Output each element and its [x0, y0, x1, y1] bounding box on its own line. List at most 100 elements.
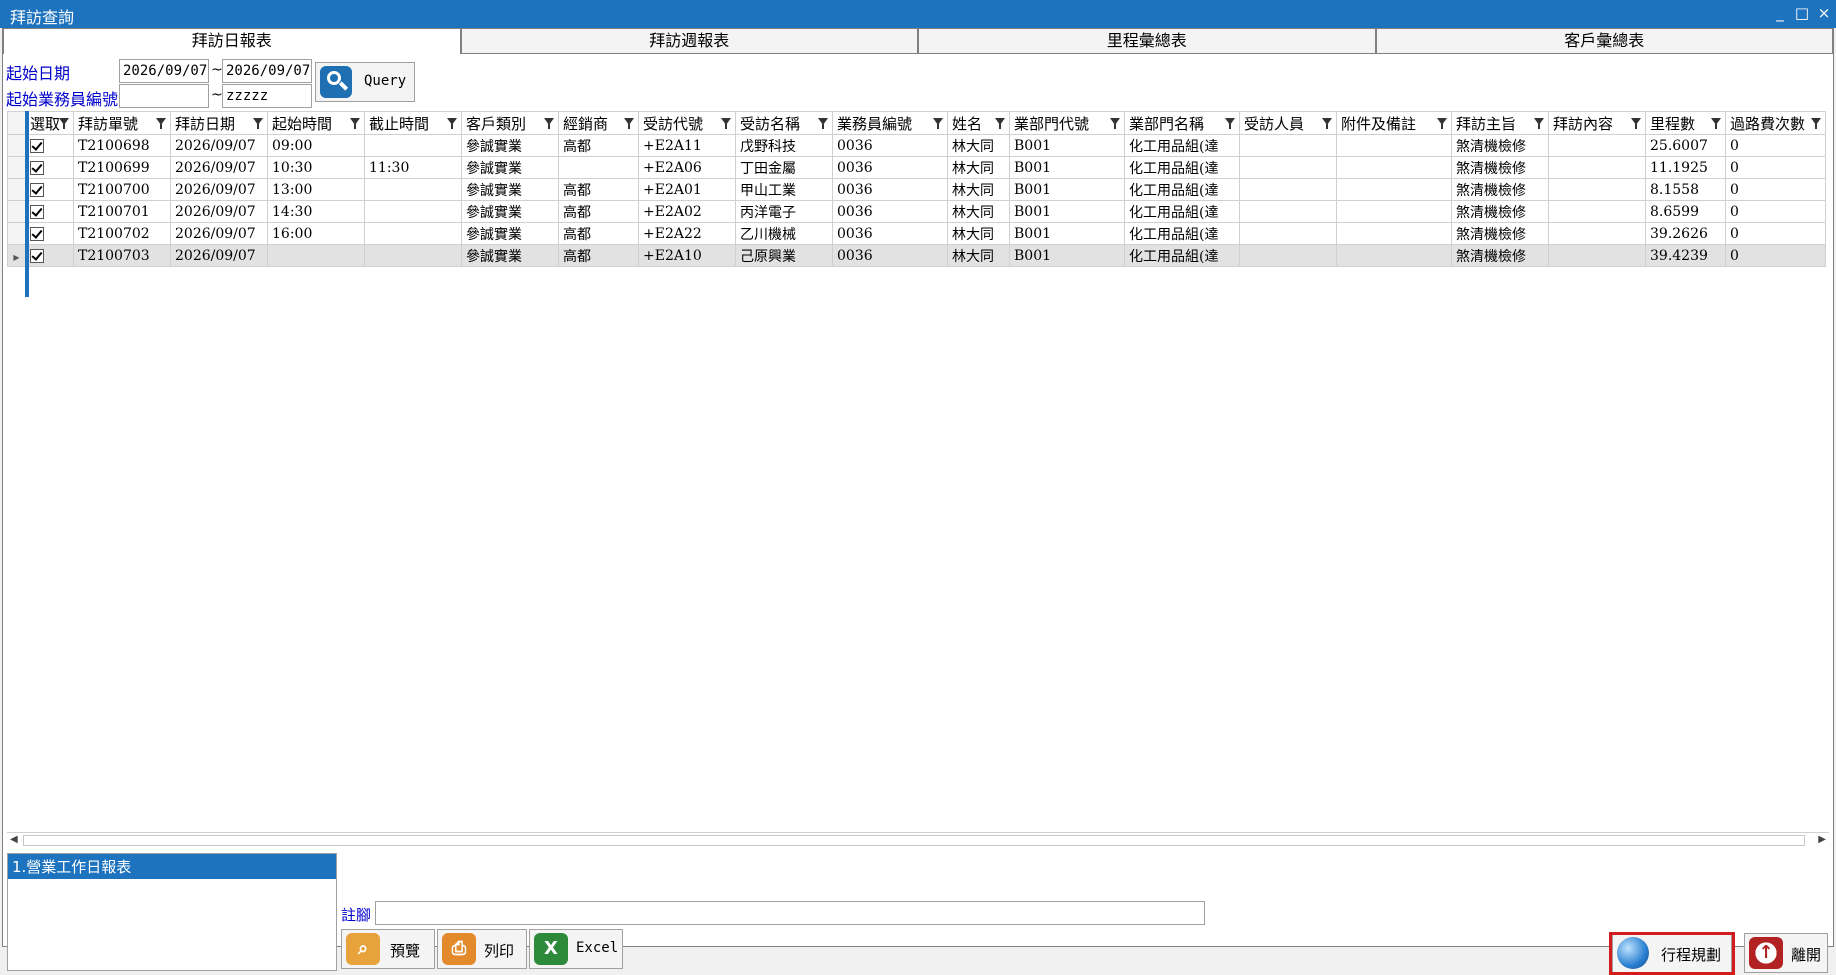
cell-dept-code[interactable]: B001: [1009, 244, 1125, 267]
cell-note[interactable]: [1336, 134, 1452, 157]
cell-code[interactable]: +E2A06: [638, 156, 736, 179]
cell-person[interactable]: 林大同: [947, 244, 1010, 267]
salesperson-to-input[interactable]: zzzzz: [222, 84, 312, 108]
cell-visitor[interactable]: [1239, 244, 1337, 267]
cell-person[interactable]: 林大同: [947, 200, 1010, 223]
cell-content[interactable]: [1548, 222, 1646, 245]
column-header-18[interactable]: 過路費次數: [1725, 111, 1826, 135]
cell-content[interactable]: [1548, 156, 1646, 179]
cell-note[interactable]: [1336, 156, 1452, 179]
start-date-from-input[interactable]: 2026/09/07: [119, 59, 209, 83]
filter-funnel-icon[interactable]: [1437, 118, 1447, 129]
column-header-9[interactable]: 業務員編號: [832, 111, 948, 135]
cell-mileage[interactable]: 39.4239: [1645, 244, 1726, 267]
cell-name[interactable]: 己原興業: [735, 244, 833, 267]
cell-id[interactable]: T2100698: [73, 134, 171, 157]
cell-date[interactable]: 2026/09/07: [170, 134, 268, 157]
column-header-4[interactable]: 截止時間: [364, 111, 462, 135]
cell-type[interactable]: 參誠實業: [461, 222, 559, 245]
cell-subject[interactable]: 煞清機檢修: [1451, 200, 1549, 223]
scroll-right-icon[interactable]: ▶: [1818, 834, 1826, 845]
cell-subject[interactable]: 煞清機檢修: [1451, 244, 1549, 267]
column-header-13[interactable]: 受訪人員: [1239, 111, 1337, 135]
cell-note[interactable]: [1336, 244, 1452, 267]
cell-dept-name[interactable]: 化工用品組(達: [1124, 244, 1240, 267]
cell-dept-name[interactable]: 化工用品組(達: [1124, 222, 1240, 245]
cell-visitor[interactable]: [1239, 178, 1337, 201]
cell-subject[interactable]: 煞清機檢修: [1451, 134, 1549, 157]
start-date-to-input[interactable]: 2026/09/07: [222, 59, 312, 83]
filter-funnel-icon[interactable]: [1534, 118, 1544, 129]
cell-person[interactable]: 林大同: [947, 156, 1010, 179]
footnote-input[interactable]: [375, 901, 1205, 925]
column-header-14[interactable]: 附件及備註: [1336, 111, 1452, 135]
column-header-10[interactable]: 姓名: [947, 111, 1010, 135]
cell-start[interactable]: 09:00: [267, 134, 365, 157]
cell-name[interactable]: 戊野科技: [735, 134, 833, 157]
preview-button[interactable]: ⌕ 預覽: [341, 929, 435, 969]
cell-type[interactable]: 參誠實業: [461, 200, 559, 223]
column-header-16[interactable]: 拜訪內容: [1548, 111, 1646, 135]
cell-start[interactable]: 16:00: [267, 222, 365, 245]
filter-funnel-icon[interactable]: [721, 118, 731, 129]
row-indicator[interactable]: [7, 134, 26, 157]
cell-visitor[interactable]: [1239, 222, 1337, 245]
cell-start[interactable]: 10:30: [267, 156, 365, 179]
filter-funnel-icon[interactable]: [156, 118, 166, 129]
cell-note[interactable]: [1336, 200, 1452, 223]
print-button[interactable]: ⎙ 列印: [437, 929, 527, 969]
cell-id[interactable]: T2100699: [73, 156, 171, 179]
cell-dealer[interactable]: 高都: [558, 200, 639, 223]
cell-type[interactable]: 參誠實業: [461, 156, 559, 179]
cell-note[interactable]: [1336, 222, 1452, 245]
cell-sales-no[interactable]: 0036: [832, 156, 948, 179]
row-checkbox[interactable]: [30, 182, 44, 197]
cell-content[interactable]: [1548, 178, 1646, 201]
select-cell[interactable]: [25, 156, 74, 179]
tab-weekly-report[interactable]: 拜訪週報表: [460, 29, 918, 54]
cell-code[interactable]: +E2A11: [638, 134, 736, 157]
row-checkbox[interactable]: [30, 138, 44, 153]
cell-toll[interactable]: 0: [1725, 222, 1826, 245]
cell-visitor[interactable]: [1239, 156, 1337, 179]
table-row[interactable]: ▶ T2100703 2026/09/07 參誠實業 高都 +E2A10 己原興業 0036 林…: [7, 244, 1826, 267]
cell-date[interactable]: 2026/09/07: [170, 222, 268, 245]
cell-subject[interactable]: 煞清機檢修: [1451, 156, 1549, 179]
filter-funnel-icon[interactable]: [1811, 118, 1821, 129]
filter-funnel-icon[interactable]: [1631, 118, 1641, 129]
cell-mileage[interactable]: 11.1925: [1645, 156, 1726, 179]
cell-person[interactable]: 林大同: [947, 178, 1010, 201]
cell-content[interactable]: [1548, 244, 1646, 267]
column-header-6[interactable]: 經銷商: [558, 111, 639, 135]
scroll-thumb[interactable]: [23, 835, 1805, 846]
row-indicator[interactable]: ▶: [7, 244, 26, 267]
select-cell[interactable]: [25, 244, 74, 267]
cell-date[interactable]: 2026/09/07: [170, 178, 268, 201]
filter-funnel-icon[interactable]: [447, 118, 457, 129]
report-list-item[interactable]: 1.營業工作日報表: [8, 854, 336, 879]
cell-content[interactable]: [1548, 200, 1646, 223]
minimize-button[interactable]: _: [1770, 3, 1790, 23]
tab-mileage-summary[interactable]: 里程彙總表: [918, 29, 1376, 54]
filter-funnel-icon[interactable]: [1110, 118, 1120, 129]
row-indicator[interactable]: [7, 178, 26, 201]
cell-sales-no[interactable]: 0036: [832, 178, 948, 201]
table-row[interactable]: T2100702 2026/09/07 16:00 參誠實業 高都 +E2A22 乙川機械 0…: [7, 222, 1826, 245]
cell-subject[interactable]: 煞清機檢修: [1451, 222, 1549, 245]
cell-dept-name[interactable]: 化工用品組(達: [1124, 178, 1240, 201]
filter-funnel-icon[interactable]: [59, 118, 69, 129]
row-checkbox[interactable]: [30, 204, 44, 219]
report-list[interactable]: 1.營業工作日報表: [7, 853, 337, 971]
filter-funnel-icon[interactable]: [1225, 118, 1235, 129]
cell-name[interactable]: 丙洋電子: [735, 200, 833, 223]
cell-code[interactable]: +E2A01: [638, 178, 736, 201]
cell-mileage[interactable]: 39.2626: [1645, 222, 1726, 245]
cell-visitor[interactable]: [1239, 200, 1337, 223]
table-row[interactable]: T2100701 2026/09/07 14:30 參誠實業 高都 +E2A02 丙洋電子 0…: [7, 200, 1826, 223]
cell-date[interactable]: 2026/09/07: [170, 200, 268, 223]
cell-type[interactable]: 參誠實業: [461, 134, 559, 157]
cell-sales-no[interactable]: 0036: [832, 200, 948, 223]
query-button[interactable]: Query: [315, 62, 415, 102]
cell-start[interactable]: 14:30: [267, 200, 365, 223]
cell-end[interactable]: [364, 222, 462, 245]
